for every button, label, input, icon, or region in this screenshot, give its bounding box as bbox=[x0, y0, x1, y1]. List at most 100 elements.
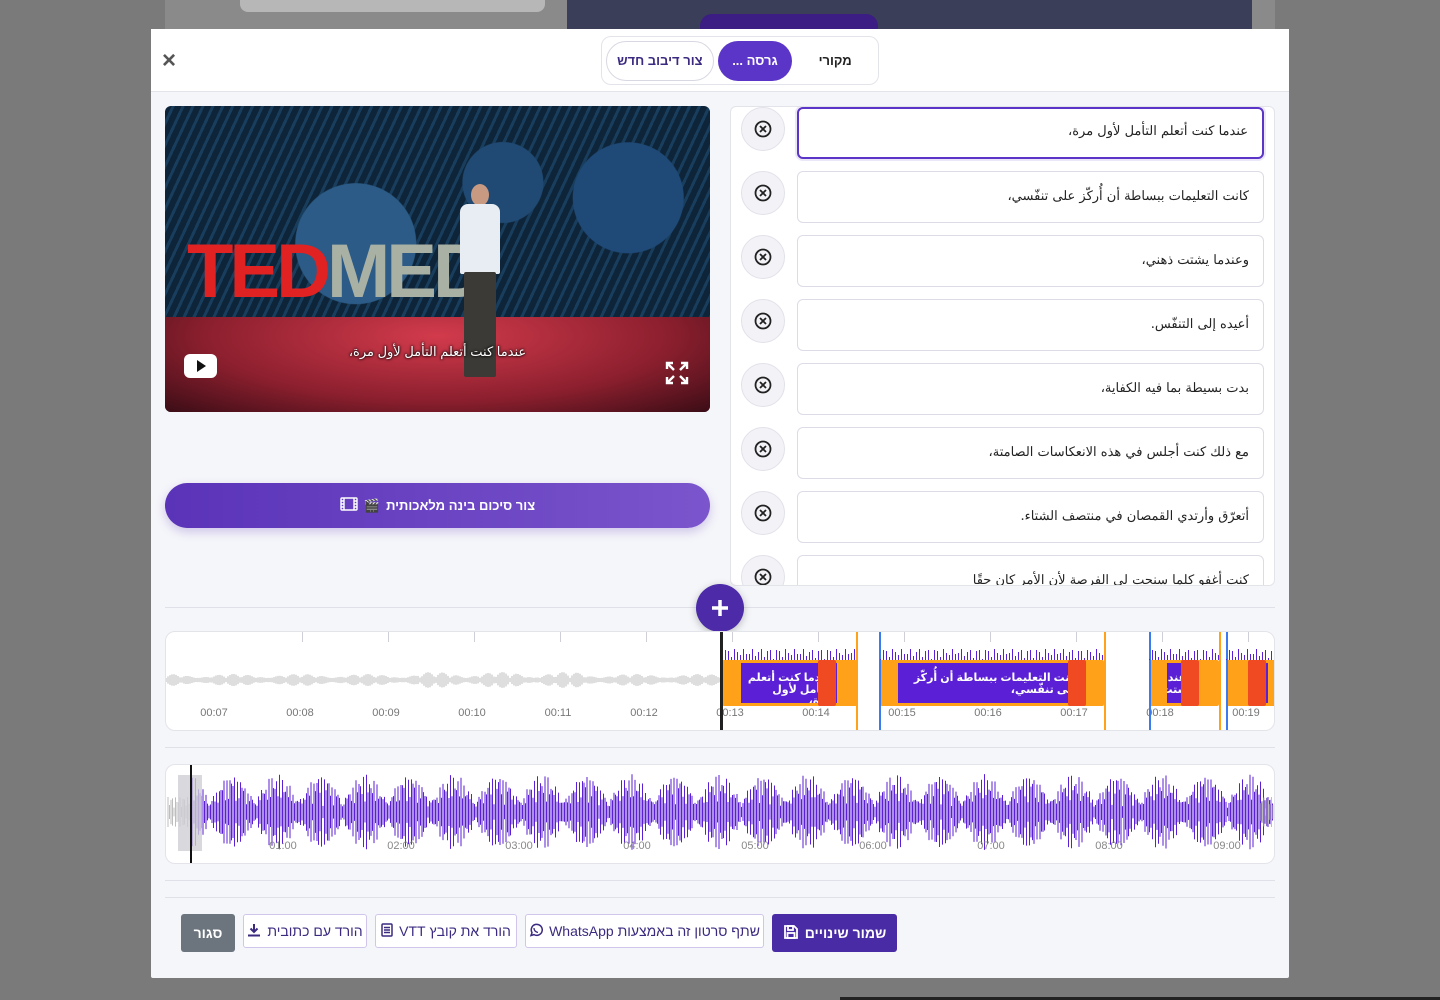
subtitle-input[interactable]: بدت بسيطة بما فيه الكفاية، bbox=[797, 363, 1264, 415]
fullscreen-icon[interactable] bbox=[665, 361, 689, 385]
subtitle-editor-modal: × צור דיבוב חדש גרסה ... מקורי TEDMED عن… bbox=[151, 29, 1289, 978]
timeline-tick-label: 00:16 bbox=[974, 707, 1002, 719]
play-icon[interactable] bbox=[184, 354, 217, 378]
segment-boundary-line bbox=[1104, 632, 1106, 730]
video-player[interactable]: TEDMED عندما كنت أتعلم التأمل لأول مرة، bbox=[165, 106, 710, 412]
segment-peaks bbox=[880, 640, 1104, 660]
subtitle-input[interactable]: وعندما يشتت ذهني، bbox=[797, 235, 1264, 287]
tab-version[interactable]: גרסה ... bbox=[717, 40, 793, 81]
timeline-tick bbox=[302, 632, 303, 642]
overview-cursor bbox=[190, 765, 192, 863]
remove-subtitle-icon[interactable] bbox=[741, 427, 785, 471]
background-video bbox=[567, 0, 1252, 30]
subtitle-row: كانت التعليمات ببساطة أن أُركّز على تنفّ… bbox=[731, 171, 1274, 223]
segment-end-handle[interactable] bbox=[818, 660, 836, 706]
timeline-segment[interactable]: عندما كنت أتعلم التأمل لأول مرة، bbox=[722, 660, 857, 706]
download-with-subtitles-button[interactable]: הורד עם כתובית bbox=[243, 914, 367, 948]
download-vtt-label: הורד את קובץ VTT bbox=[399, 923, 511, 939]
remove-subtitle-icon[interactable] bbox=[741, 491, 785, 535]
divider bbox=[165, 747, 1275, 748]
ai-summary-label: צור סיכום בינה מלאכותית bbox=[386, 498, 536, 513]
timeline-tick-label: 00:09 bbox=[372, 707, 400, 719]
timeline-tick bbox=[388, 632, 389, 642]
timeline-tick-label: 00:08 bbox=[286, 707, 314, 719]
overview-tick-label: 02:00 bbox=[387, 840, 415, 852]
timeline-tick-label: 00:19 bbox=[1232, 707, 1260, 719]
whatsapp-icon bbox=[529, 923, 544, 940]
version-tabs: צור דיבוב חדש גרסה ... מקורי bbox=[601, 36, 879, 85]
overview-tick-label: 01:00 bbox=[269, 840, 297, 852]
overview-tick-label: 03:00 bbox=[505, 840, 533, 852]
subtitle-row: عندما كنت أتعلم التأمل لأول مرة، bbox=[731, 107, 1274, 159]
tab-original[interactable]: מקורי bbox=[796, 41, 874, 81]
download-icon bbox=[247, 923, 261, 940]
film-icon bbox=[340, 497, 358, 514]
timeline-tick-label: 00:18 bbox=[1146, 707, 1174, 719]
background-card bbox=[240, 0, 545, 12]
subtitle-row: وعندما يشتت ذهني، bbox=[731, 235, 1274, 287]
subtitle-input[interactable]: كانت التعليمات ببساطة أن أُركّز على تنفّ… bbox=[797, 171, 1264, 223]
footer-divider bbox=[165, 897, 1275, 898]
overview-tick-label: 08:00 bbox=[1095, 840, 1123, 852]
segment-end-handle[interactable] bbox=[1181, 660, 1199, 706]
divider bbox=[165, 880, 1275, 881]
remove-subtitle-icon[interactable] bbox=[741, 235, 785, 279]
segment-end-handle[interactable] bbox=[1068, 660, 1086, 706]
save-changes-button[interactable]: שמור שינויים bbox=[772, 914, 897, 952]
grey-waveform bbox=[166, 672, 725, 688]
remove-subtitle-icon[interactable] bbox=[741, 555, 785, 585]
remove-subtitle-icon[interactable] bbox=[741, 299, 785, 343]
remove-subtitle-icon[interactable] bbox=[741, 107, 785, 151]
segment-peaks bbox=[1226, 640, 1274, 660]
subtitle-input[interactable]: كنت أغفو كلما سنحت لي الفرصة لأن الأمر ك… bbox=[797, 555, 1264, 585]
overview-tick-label: 04:00 bbox=[623, 840, 651, 852]
overview-tick-label: 05:00 bbox=[741, 840, 769, 852]
timeline-tick-label: 00:11 bbox=[544, 707, 572, 719]
subtitle-list[interactable]: عندما كنت أتعلم التأمل لأول مرة، كانت الت… bbox=[730, 106, 1275, 586]
subtitle-row: أعيده إلى التنفّس. bbox=[731, 299, 1274, 351]
timeline-playhead[interactable] bbox=[721, 632, 723, 730]
segment-peaks bbox=[722, 640, 857, 660]
timeline-tick-label: 00:10 bbox=[458, 707, 486, 719]
share-whatsapp-button[interactable]: שתף סרטון זה באמצעות WhatsApp bbox=[525, 914, 764, 948]
overview-tick-label: 06:00 bbox=[859, 840, 887, 852]
subtitle-timeline[interactable]: 00:07 00:08 00:09 00:10 00:11 00:12 00:13 00:14… bbox=[165, 631, 1275, 731]
subtitle-row: بدت بسيطة بما فيه الكفاية، bbox=[731, 363, 1274, 415]
subtitle-row: كنت أغفو كلما سنحت لي الفرصة لأن الأمر ك… bbox=[731, 555, 1274, 585]
stage-floor bbox=[165, 317, 710, 412]
save-changes-label: שמור שינויים bbox=[804, 925, 887, 941]
close-button[interactable]: סגור bbox=[181, 914, 235, 952]
subtitle-row: مع ذلك كنت أجلس في هذه الانعكاسات الصامت… bbox=[731, 427, 1274, 479]
overview-tick-label: 07:00 bbox=[977, 840, 1005, 852]
remove-subtitle-icon[interactable] bbox=[741, 171, 785, 215]
tedmed-logo: TEDMED bbox=[187, 229, 488, 314]
segment-boundary-line bbox=[1219, 632, 1221, 730]
timeline-tick-label: 00:12 bbox=[630, 707, 658, 719]
ai-summary-button[interactable]: צור סיכום בינה מלאכותית 🎬 bbox=[165, 483, 710, 528]
overview-tick-label: 09:00 bbox=[1213, 840, 1241, 852]
download-with-subtitles-label: הורד עם כתובית bbox=[267, 923, 363, 939]
subtitle-input[interactable]: أعيده إلى التنفّس. bbox=[797, 299, 1264, 351]
timeline-tick-label: 00:15 bbox=[888, 707, 916, 719]
video-subtitle-overlay: عندما كنت أتعلم التأمل لأول مرة، bbox=[348, 344, 527, 359]
segment-end-handle[interactable] bbox=[1248, 660, 1266, 706]
close-icon[interactable]: × bbox=[157, 46, 181, 76]
subtitle-input[interactable]: أتعرّق وأرتدي القمصان في منتصف الشتاء. bbox=[797, 491, 1264, 543]
save-icon bbox=[783, 924, 799, 943]
tab-create-dub[interactable]: צור דיבוב חדש bbox=[606, 40, 714, 81]
waveform-overview[interactable]: 01:00 02:00 03:00 04:00 05:00 06:00 07:00 08:00… bbox=[165, 764, 1275, 864]
timeline-tick-label: 00:07 bbox=[200, 707, 228, 719]
timeline-tick bbox=[560, 632, 561, 642]
download-vtt-button[interactable]: הורד את קובץ VTT bbox=[375, 914, 517, 948]
segment-label: كانت التعليمات ببساطة أن أُركّز على تنفّ… bbox=[898, 663, 1084, 703]
remove-subtitle-icon[interactable] bbox=[741, 363, 785, 407]
modal-header: × צור דיבוב חדש גרסה ... מקורי bbox=[151, 29, 1289, 92]
add-subtitle-button[interactable] bbox=[696, 584, 744, 632]
timeline-tick bbox=[474, 632, 475, 642]
subtitle-row: أتعرّق وأرتدي القمصان في منتصف الشتاء. bbox=[731, 491, 1274, 543]
subtitle-input[interactable]: مع ذلك كنت أجلس في هذه الانعكاسات الصامت… bbox=[797, 427, 1264, 479]
share-whatsapp-label: שתף סרטון זה באמצעות WhatsApp bbox=[549, 923, 760, 939]
timeline-tick-label: 00:14 bbox=[802, 707, 830, 719]
subtitle-input[interactable]: عندما كنت أتعلم التأمل لأول مرة، bbox=[797, 107, 1264, 159]
segment-peaks bbox=[1149, 640, 1219, 660]
